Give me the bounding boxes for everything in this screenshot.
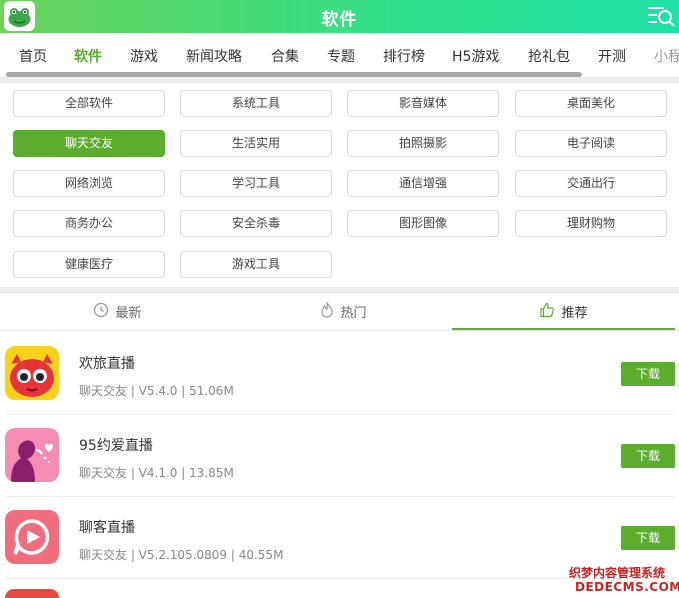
category-ebook[interactable]: 电子阅读	[515, 130, 667, 157]
tab-recommended[interactable]: 推荐	[452, 293, 675, 330]
app-header: 软件	[0, 0, 679, 33]
app-icon-partial[interactable]	[5, 589, 59, 598]
category-health[interactable]: 健康医疗	[13, 251, 165, 278]
page-title: 软件	[321, 10, 358, 30]
app-name[interactable]: 聊客直播	[79, 517, 135, 537]
category-transport[interactable]: 交通出行	[515, 170, 667, 197]
download-button[interactable]: 下载	[621, 526, 675, 550]
tab-latest-label: 最新	[115, 306, 142, 321]
tab-hot-label: 热门	[340, 306, 367, 321]
category-communication[interactable]: 通信增强	[347, 170, 499, 197]
nav-item-topics[interactable]: 专题	[327, 46, 355, 66]
nav-item-rankings[interactable]: 排行榜	[383, 46, 425, 66]
category-all-software[interactable]: 全部软件	[13, 90, 165, 117]
nav-item-beta[interactable]: 开测	[598, 46, 626, 66]
tab-hot[interactable]: 热门	[235, 293, 452, 330]
category-photography[interactable]: 拍照摄影	[347, 130, 499, 157]
app-meta: 聊天交友 | V5.2.105.0809 | 40.55M	[79, 548, 284, 562]
category-finance-shopping[interactable]: 理财购物	[515, 210, 667, 237]
app-meta: 聊天交友 | V4.1.0 | 13.85M	[79, 466, 234, 480]
play-chat-icon[interactable]	[5, 510, 59, 564]
watermark-url: DEDECMS.COM	[575, 580, 679, 594]
category-browser[interactable]: 网络浏览	[13, 170, 165, 197]
watermark-text: 织梦内容管理系统	[569, 566, 666, 580]
category-system-tools[interactable]: 系统工具	[180, 90, 332, 117]
category-desktop[interactable]: 桌面美化	[515, 90, 667, 117]
thumbs-up-icon	[539, 302, 555, 322]
app-meta: 聊天交友 | V5.4.0 | 51.06M	[79, 384, 234, 398]
app-name[interactable]: 95约爱直播	[79, 435, 153, 455]
category-business[interactable]: 商务办公	[13, 210, 165, 237]
category-security[interactable]: 安全杀毒	[180, 210, 332, 237]
nav-item-collections[interactable]: 合集	[271, 46, 299, 66]
divider	[0, 330, 679, 331]
list-item[interactable]: 95约爱直播 聊天交友 | V4.1.0 | 13.85M 下载	[0, 415, 679, 497]
tab-latest[interactable]: 最新	[0, 293, 235, 330]
category-chat-social[interactable]: 聊天交友	[13, 130, 165, 157]
top-nav: 首页 软件 游戏 新闻攻略 合集 专题 排行榜 H5游戏 抢礼包 开测 小程	[0, 33, 679, 77]
nav-item-games[interactable]: 游戏	[130, 46, 158, 66]
tab-recommended-label: 推荐	[561, 306, 588, 321]
nav-item-news[interactable]: 新闻攻略	[186, 46, 242, 66]
nav-item-home[interactable]: 首页	[19, 46, 47, 66]
category-game-tools[interactable]: 游戏工具	[180, 251, 332, 278]
category-lifestyle[interactable]: 生活实用	[180, 130, 332, 157]
category-graphics[interactable]: 图形图像	[347, 210, 499, 237]
app-name[interactable]: 欢旅直播	[79, 353, 135, 373]
nav-item-mini-programs[interactable]: 小程	[654, 46, 679, 66]
flame-icon	[320, 300, 334, 322]
category-media[interactable]: 影音媒体	[347, 90, 499, 117]
download-button[interactable]: 下载	[621, 362, 675, 386]
girl-heart-icon[interactable]	[5, 428, 59, 482]
search-menu-icon[interactable]	[646, 4, 676, 28]
clock-icon	[93, 302, 109, 322]
download-button[interactable]: 下载	[621, 444, 675, 468]
category-learning[interactable]: 学习工具	[180, 170, 332, 197]
list-item[interactable]: 欢旅直播 聊天交友 | V5.4.0 | 51.06M 下载	[0, 333, 679, 415]
nav-item-gift-packs[interactable]: 抢礼包	[528, 46, 570, 66]
red-monster-icon[interactable]	[5, 346, 59, 400]
divider	[0, 77, 679, 83]
nav-item-h5-games[interactable]: H5游戏	[452, 46, 499, 66]
nav-item-software[interactable]: 软件	[74, 46, 102, 66]
